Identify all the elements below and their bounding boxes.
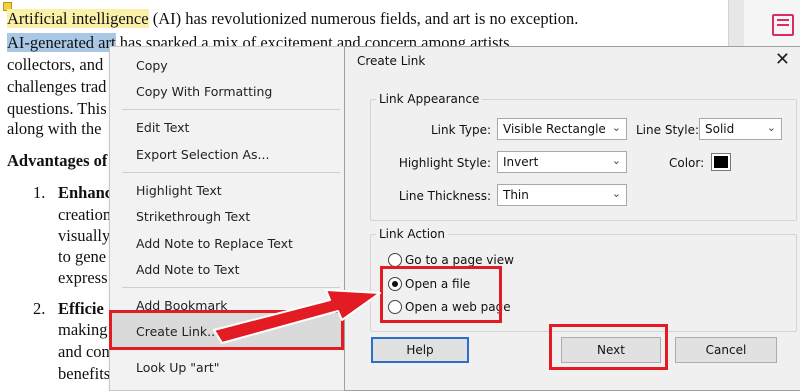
color-label: Color: xyxy=(669,156,705,170)
line-style-select[interactable]: Solid ⌄ xyxy=(699,118,782,140)
highlight-style-select[interactable]: Invert ⌄ xyxy=(497,151,627,173)
link-type-select[interactable]: Visible Rectangle ⌄ xyxy=(497,118,627,140)
radio-go-to-page-view[interactable] xyxy=(388,253,402,267)
dialog-title: Create Link xyxy=(357,54,426,68)
link-type-label: Link Type: xyxy=(431,123,491,137)
organize-pages-icon[interactable] xyxy=(772,14,794,36)
selected-text[interactable]: AI-generated art xyxy=(7,33,116,52)
menu-separator xyxy=(122,109,340,110)
chevron-down-icon: ⌄ xyxy=(611,154,621,167)
menu-item-copy-with-formatting[interactable]: Copy With Formatting xyxy=(136,84,272,99)
list-item-number: 2. xyxy=(33,299,46,318)
list-item-number: 1. xyxy=(33,183,46,202)
group-title: Link Appearance xyxy=(376,92,483,106)
cancel-button[interactable]: Cancel xyxy=(675,337,777,363)
list-item-title: Enhanc xyxy=(58,183,113,202)
link-appearance-group: Link Appearance Link Type: Visible Recta… xyxy=(370,92,797,221)
annotation-highlight-box xyxy=(109,310,344,350)
list-item-title: Efficie xyxy=(58,299,104,318)
menu-item-highlight-text[interactable]: Highlight Text xyxy=(136,183,222,198)
menu-item-edit-text[interactable]: Edit Text xyxy=(136,120,189,135)
doc-heading: Advantages of xyxy=(7,151,108,170)
close-icon[interactable]: ✕ xyxy=(775,49,790,70)
menu-separator xyxy=(122,287,340,288)
highlighted-text: Artificial intelligence xyxy=(7,9,149,28)
doc-line-3: collectors, and xyxy=(7,55,104,74)
list-item-line: express xyxy=(58,268,108,287)
menu-item-strikethrough-text[interactable]: Strikethrough Text xyxy=(136,209,250,224)
list-item-line: benefits xyxy=(58,364,111,383)
color-fill xyxy=(714,156,728,168)
list-item-line: creation xyxy=(58,205,112,224)
list-item-line: and con xyxy=(58,342,110,361)
chevron-down-icon: ⌄ xyxy=(766,121,776,134)
chevron-down-icon: ⌄ xyxy=(611,121,621,134)
doc-line-6: along with the xyxy=(7,119,102,138)
doc-line-4: challenges trad xyxy=(7,77,107,96)
list-item-line: making xyxy=(58,320,108,339)
line-thickness-select[interactable]: Thin ⌄ xyxy=(497,184,627,206)
highlight-style-label: Highlight Style: xyxy=(398,156,491,170)
list-item-line: visually xyxy=(58,226,111,245)
doc-line-5: questions. This xyxy=(7,99,107,118)
list-item-line: to gene xyxy=(58,247,107,266)
menu-item-copy[interactable]: Copy xyxy=(136,58,168,73)
annotation-highlight-box xyxy=(380,266,502,323)
group-title: Link Action xyxy=(376,227,448,241)
line-thickness-label: Line Thickness: xyxy=(398,189,491,203)
menu-item-add-note-replace[interactable]: Add Note to Replace Text xyxy=(136,236,293,251)
menu-item-add-note-text[interactable]: Add Note to Text xyxy=(136,262,240,277)
help-button[interactable]: Help xyxy=(371,337,469,363)
menu-item-look-up[interactable]: Look Up "art" xyxy=(136,360,220,375)
doc-line-1: Artificial intelligence (AI) has revolut… xyxy=(7,9,579,28)
menu-item-export-selection[interactable]: Export Selection As... xyxy=(136,147,269,162)
radio-label[interactable]: Go to a page view xyxy=(405,253,514,267)
annotation-highlight-box xyxy=(549,324,668,370)
menu-separator xyxy=(122,172,340,173)
color-swatch[interactable] xyxy=(711,153,731,171)
line-style-label: Line Style: xyxy=(636,123,700,137)
chevron-down-icon: ⌄ xyxy=(611,187,621,200)
